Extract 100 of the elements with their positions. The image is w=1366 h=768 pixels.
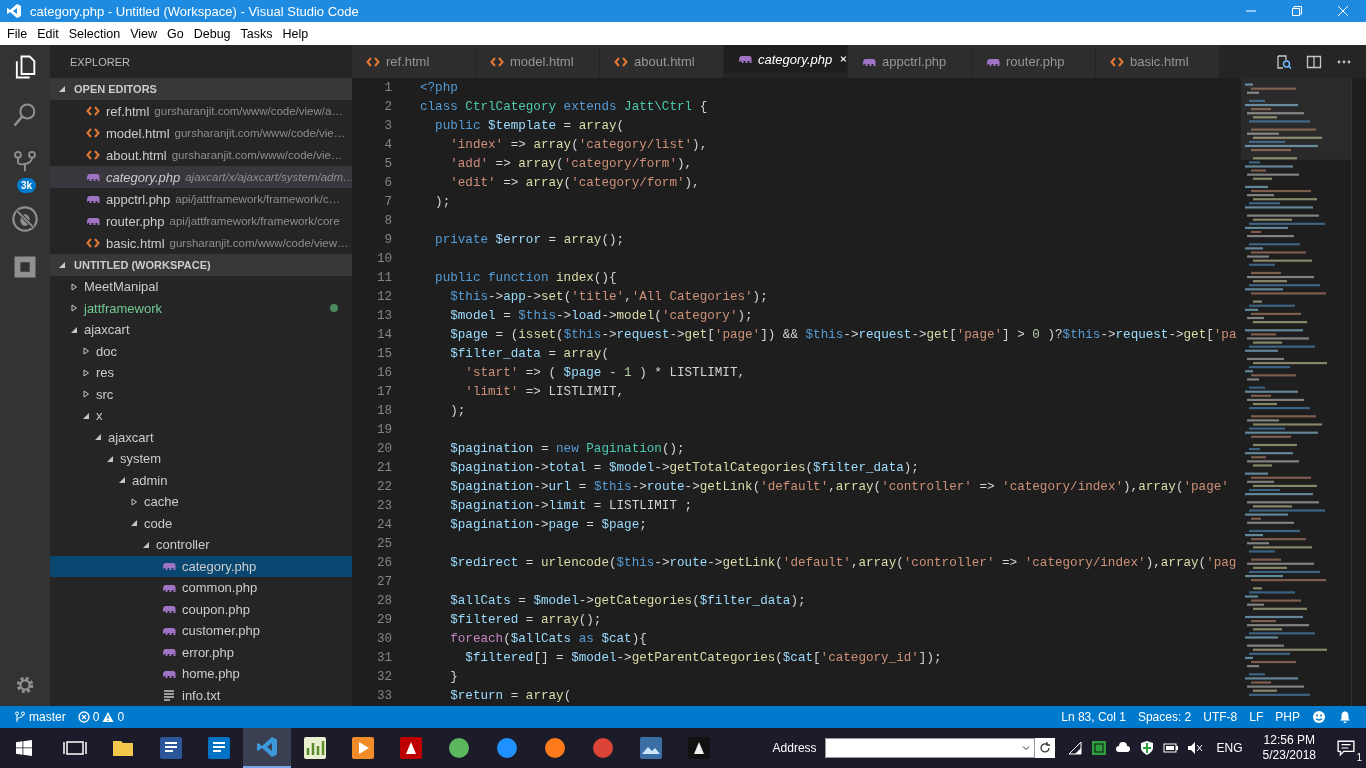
address-field[interactable] bbox=[824, 738, 1035, 758]
tree-item[interactable]: cache bbox=[50, 491, 352, 513]
tree-item[interactable]: system bbox=[50, 448, 352, 470]
input-language[interactable]: ENG bbox=[1216, 741, 1243, 755]
line-number: 19 bbox=[375, 422, 392, 437]
editor-tab[interactable]: router.php bbox=[972, 45, 1096, 78]
code-line: $pagination = new Pagination(); bbox=[449, 441, 685, 456]
language-button[interactable]: PHP bbox=[1269, 706, 1306, 728]
code-editor-icon[interactable] bbox=[255, 735, 279, 759]
play-icon[interactable] bbox=[351, 736, 375, 760]
editor-tab[interactable]: ref.html bbox=[352, 45, 476, 78]
image-icon[interactable] bbox=[639, 736, 663, 760]
indentation-button[interactable]: Spaces: 2 bbox=[1131, 706, 1198, 728]
code-line: $filtered = array(); bbox=[449, 612, 602, 627]
tree-item[interactable]: common.php bbox=[50, 577, 352, 599]
menu-item[interactable]: File bbox=[2, 22, 33, 45]
line-number: 6 bbox=[383, 175, 392, 190]
tree-item[interactable]: coupon.php bbox=[50, 598, 352, 620]
warning-icon bbox=[102, 711, 115, 723]
open-editor-item[interactable]: router.php api/jattframework/framework/core bbox=[50, 210, 352, 232]
muted-speaker-icon[interactable] bbox=[1186, 740, 1203, 756]
code-line: private $error = array(); bbox=[434, 232, 625, 247]
menu-item[interactable]: Tasks bbox=[235, 22, 278, 45]
globe-icon[interactable] bbox=[447, 736, 471, 760]
encoding-button[interactable]: UTF-8 bbox=[1197, 706, 1244, 728]
tree-item[interactable]: MeetManipal bbox=[50, 276, 352, 298]
tree-item[interactable]: ajaxcart bbox=[50, 426, 352, 448]
tree-item[interactable]: admin bbox=[50, 469, 352, 491]
open-editor-item[interactable]: category.php ajaxcart/x/ajaxcart/system/adm… bbox=[50, 166, 352, 188]
app-tile-icon[interactable] bbox=[399, 736, 423, 760]
tree-item[interactable]: doc bbox=[50, 340, 352, 362]
line-number: 1 bbox=[383, 80, 392, 95]
editor-tab[interactable]: category.php bbox=[724, 45, 848, 73]
open-editor-item[interactable]: about.html gursharanjit.com/www/code/vie… bbox=[50, 144, 352, 166]
clock-time[interactable]: 12:56 PM bbox=[1263, 733, 1315, 748]
menu-item[interactable]: Debug bbox=[188, 22, 236, 45]
menu-item[interactable]: Edit bbox=[32, 22, 64, 45]
tree-item[interactable]: error.php bbox=[50, 641, 352, 663]
tree-item[interactable]: home.php bbox=[50, 663, 352, 685]
tree-item[interactable]: info.txt bbox=[50, 684, 352, 706]
tree-item[interactable]: category.php bbox=[50, 555, 352, 577]
app-tray-icon[interactable] bbox=[1090, 740, 1107, 756]
tree-item[interactable]: src bbox=[50, 383, 352, 405]
notifications-icon[interactable] bbox=[1337, 739, 1355, 757]
open-editor-item[interactable]: basic.html gursharanjit.com/www/code/view… bbox=[50, 232, 352, 254]
app-tile-icon[interactable] bbox=[687, 736, 711, 760]
line-number: 27 bbox=[375, 574, 392, 589]
bell-icon[interactable] bbox=[1338, 710, 1352, 724]
open-editor-item[interactable]: model.html gursharanjit.com/www/code/vie… bbox=[50, 122, 352, 144]
code-line: $pagination->page = $page; bbox=[449, 517, 647, 532]
clock-date[interactable]: 5/23/2018 bbox=[1262, 748, 1316, 763]
menu-item[interactable]: Go bbox=[162, 22, 189, 45]
smiley-icon[interactable] bbox=[1312, 710, 1326, 724]
editor-tab[interactable]: model.html bbox=[476, 45, 600, 78]
battery-icon[interactable] bbox=[1162, 740, 1179, 756]
close-icon[interactable] bbox=[840, 54, 847, 64]
branch-icon bbox=[14, 711, 26, 723]
browser-icon[interactable] bbox=[495, 736, 519, 760]
open-editor-item[interactable]: ref.html gursharanjit.com/www/code/view/a… bbox=[50, 100, 352, 122]
menu-item[interactable]: Selection bbox=[63, 22, 126, 45]
code-line: public function index(){ bbox=[434, 270, 617, 285]
line-number: 8 bbox=[383, 213, 392, 228]
refresh-icon[interactable] bbox=[1034, 738, 1055, 758]
windows-start-icon[interactable] bbox=[16, 740, 32, 756]
open-editor-item[interactable]: appctrl.php api/jattframework/framework/c… bbox=[50, 188, 352, 210]
tree-item[interactable]: customer.php bbox=[50, 620, 352, 642]
split-editor-icon[interactable] bbox=[1306, 53, 1322, 70]
tree-item[interactable]: res bbox=[50, 362, 352, 384]
tree-item[interactable]: controller bbox=[50, 534, 352, 556]
tree-item[interactable]: x bbox=[50, 405, 352, 427]
expanded-triangle-icon bbox=[130, 519, 138, 528]
document-icon[interactable] bbox=[159, 736, 183, 760]
triangle-icon bbox=[58, 261, 66, 269]
shield-icon[interactable] bbox=[1138, 740, 1155, 756]
settings-icon[interactable] bbox=[14, 674, 36, 696]
tree-item[interactable]: code bbox=[50, 512, 352, 534]
wifi-icon[interactable] bbox=[1066, 740, 1083, 756]
line-ending-button[interactable]: LF bbox=[1243, 706, 1270, 728]
dropdown-caret-icon[interactable] bbox=[1020, 743, 1031, 753]
browser-icon[interactable] bbox=[591, 736, 615, 760]
section-header[interactable]: UNTITLED (WORKSPACE) bbox=[50, 254, 352, 276]
collapsed-triangle-icon bbox=[70, 304, 78, 313]
editor-tab[interactable]: about.html bbox=[600, 45, 724, 78]
editor-tab[interactable]: appctrl.php bbox=[848, 45, 972, 78]
line-number: 12 bbox=[375, 289, 392, 304]
menu-item[interactable]: View bbox=[125, 22, 162, 45]
tree-item[interactable]: ajaxcart bbox=[50, 319, 352, 341]
menu-item[interactable]: Help bbox=[277, 22, 314, 45]
branch-button[interactable]: master bbox=[8, 706, 72, 728]
triangle-icon bbox=[58, 85, 66, 93]
tree-item[interactable]: jattframework bbox=[50, 297, 352, 319]
editor-tab[interactable]: basic.html bbox=[1096, 45, 1220, 78]
browser-icon[interactable] bbox=[543, 736, 567, 760]
chart-icon[interactable] bbox=[303, 736, 327, 760]
mail-icon[interactable] bbox=[207, 736, 231, 760]
open-changes-icon[interactable] bbox=[1276, 53, 1292, 70]
section-header[interactable]: OPEN EDITORS bbox=[50, 78, 352, 100]
cursor-position[interactable]: Ln 83, Col 1 bbox=[1055, 706, 1132, 728]
problems-button[interactable]: 0 0 bbox=[71, 706, 131, 728]
debug-icon[interactable] bbox=[11, 205, 39, 233]
